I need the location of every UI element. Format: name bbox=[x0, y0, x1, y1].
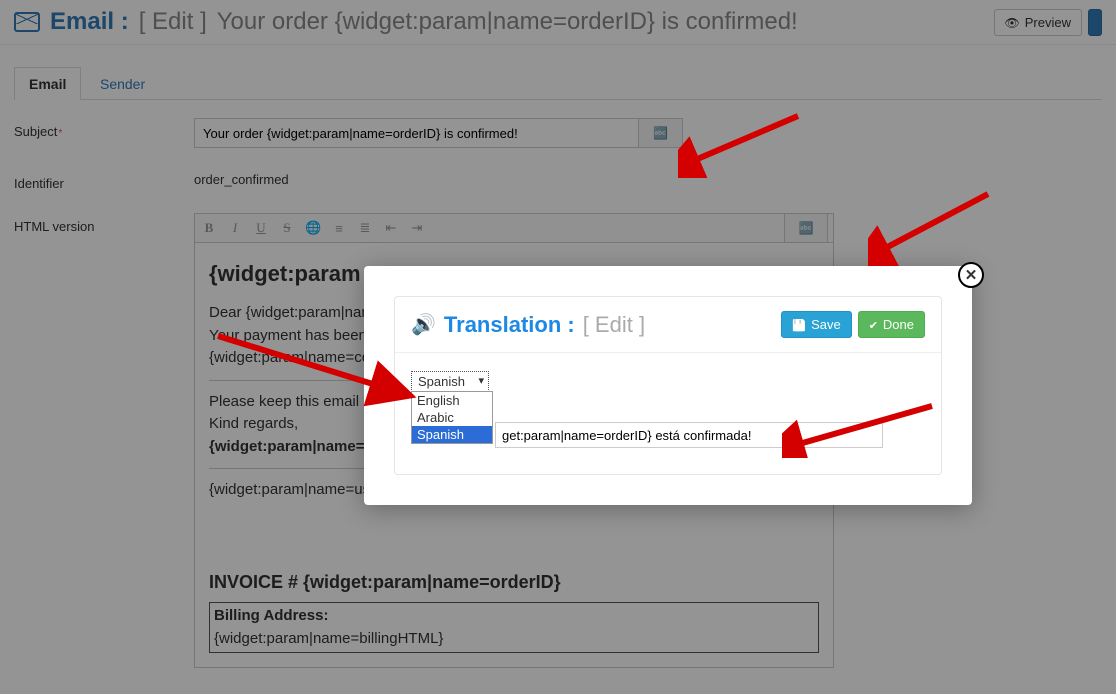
check-icon bbox=[869, 317, 878, 332]
annotation-arrow bbox=[782, 398, 942, 458]
language-dropdown: English Arabic Spanish bbox=[411, 391, 493, 444]
annotation-arrow bbox=[678, 108, 808, 178]
save-label: Save bbox=[811, 317, 841, 332]
language-option-spanish[interactable]: Spanish bbox=[412, 426, 492, 443]
annotation-arrow bbox=[868, 186, 998, 266]
modal-subtitle: [ Edit ] bbox=[583, 312, 645, 338]
language-option-arabic[interactable]: Arabic bbox=[412, 409, 492, 426]
language-option-english[interactable]: English bbox=[412, 392, 492, 409]
annotation-arrow bbox=[210, 328, 420, 408]
done-button[interactable]: Done bbox=[858, 311, 925, 338]
translation-modal: ✕ 🔊 Translation : [ Edit ] Save Done bbox=[364, 266, 972, 505]
save-button[interactable]: Save bbox=[781, 311, 851, 338]
modal-header: 🔊 Translation : [ Edit ] Save Done bbox=[395, 297, 941, 353]
modal-title: Translation : bbox=[444, 312, 575, 338]
language-select[interactable]: Spanish bbox=[411, 371, 489, 392]
done-label: Done bbox=[883, 317, 914, 332]
language-select-wrap: Spanish English Arabic Spanish bbox=[411, 371, 489, 392]
save-icon bbox=[792, 317, 806, 332]
